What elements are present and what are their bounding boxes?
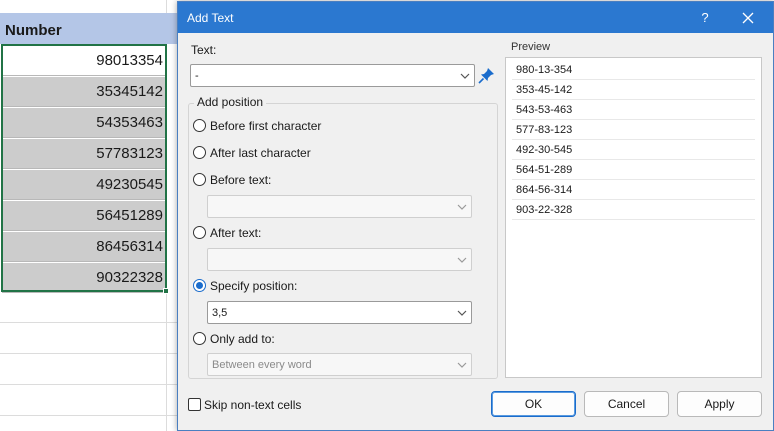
fill-handle[interactable] xyxy=(163,288,169,294)
radio-after-last[interactable] xyxy=(193,146,206,159)
radio-specify-position[interactable] xyxy=(193,279,206,292)
specify-position-value: 3,5 xyxy=(212,306,228,319)
only-add-to-value: Between every word xyxy=(212,358,312,371)
chevron-down-icon xyxy=(457,257,467,263)
add-text-dialog: Add Text ? Text: - Add position Before f… xyxy=(177,1,774,431)
text-combo[interactable]: - xyxy=(190,64,475,87)
preview-row: 492-30-545 xyxy=(512,140,755,160)
selection-border xyxy=(1,44,167,292)
title-bar[interactable]: Add Text ? xyxy=(178,2,773,33)
radio-specify-position-label[interactable]: Specify position: xyxy=(210,279,297,293)
text-label: Text: xyxy=(191,43,217,57)
pin-icon xyxy=(478,68,494,84)
preview-row: 577-83-123 xyxy=(512,120,755,140)
skip-non-text-label[interactable]: Skip non-text cells xyxy=(204,398,301,412)
close-icon xyxy=(742,12,754,24)
before-text-combo[interactable] xyxy=(207,195,472,218)
chevron-down-icon xyxy=(457,204,467,210)
radio-before-first-label[interactable]: Before first character xyxy=(210,119,321,133)
preview-label: Preview xyxy=(511,41,551,53)
preview-row: 543-53-463 xyxy=(512,100,755,120)
radio-before-text[interactable] xyxy=(193,173,206,186)
preview-row: 864-56-314 xyxy=(512,180,755,200)
radio-after-text[interactable] xyxy=(193,226,206,239)
only-add-to-combo[interactable]: Between every word xyxy=(207,353,472,376)
skip-non-text-checkbox[interactable] xyxy=(188,398,201,411)
pin-button[interactable] xyxy=(476,66,496,86)
chevron-down-icon xyxy=(457,310,467,316)
apply-button[interactable]: Apply xyxy=(677,391,762,417)
radio-after-text-label[interactable]: After text: xyxy=(210,226,261,240)
radio-only-add-to[interactable] xyxy=(193,332,206,345)
chevron-down-icon xyxy=(457,362,467,368)
preview-list[interactable]: 980-13-354 353-45-142 543-53-463 577-83-… xyxy=(505,57,762,378)
radio-after-last-label[interactable]: After last character xyxy=(210,146,311,160)
specify-position-combo[interactable]: 3,5 xyxy=(207,301,472,324)
chevron-down-icon xyxy=(460,73,470,79)
column-header-label: Number xyxy=(5,22,62,39)
radio-before-text-label[interactable]: Before text: xyxy=(210,173,271,187)
dialog-title: Add Text xyxy=(187,11,234,25)
close-button[interactable] xyxy=(736,7,760,29)
preview-row: 903-22-328 xyxy=(512,200,755,220)
after-text-combo[interactable] xyxy=(207,248,472,271)
add-position-label: Add position xyxy=(194,95,267,109)
help-button[interactable]: ? xyxy=(693,7,717,29)
text-value: - xyxy=(195,69,199,82)
radio-only-add-to-label[interactable]: Only add to: xyxy=(210,332,275,346)
preview-row: 353-45-142 xyxy=(512,80,755,100)
ok-button[interactable]: OK xyxy=(491,391,576,417)
radio-before-first[interactable] xyxy=(193,119,206,132)
cancel-button[interactable]: Cancel xyxy=(584,391,669,417)
preview-row: 980-13-354 xyxy=(512,60,755,80)
preview-row: 564-51-289 xyxy=(512,160,755,180)
